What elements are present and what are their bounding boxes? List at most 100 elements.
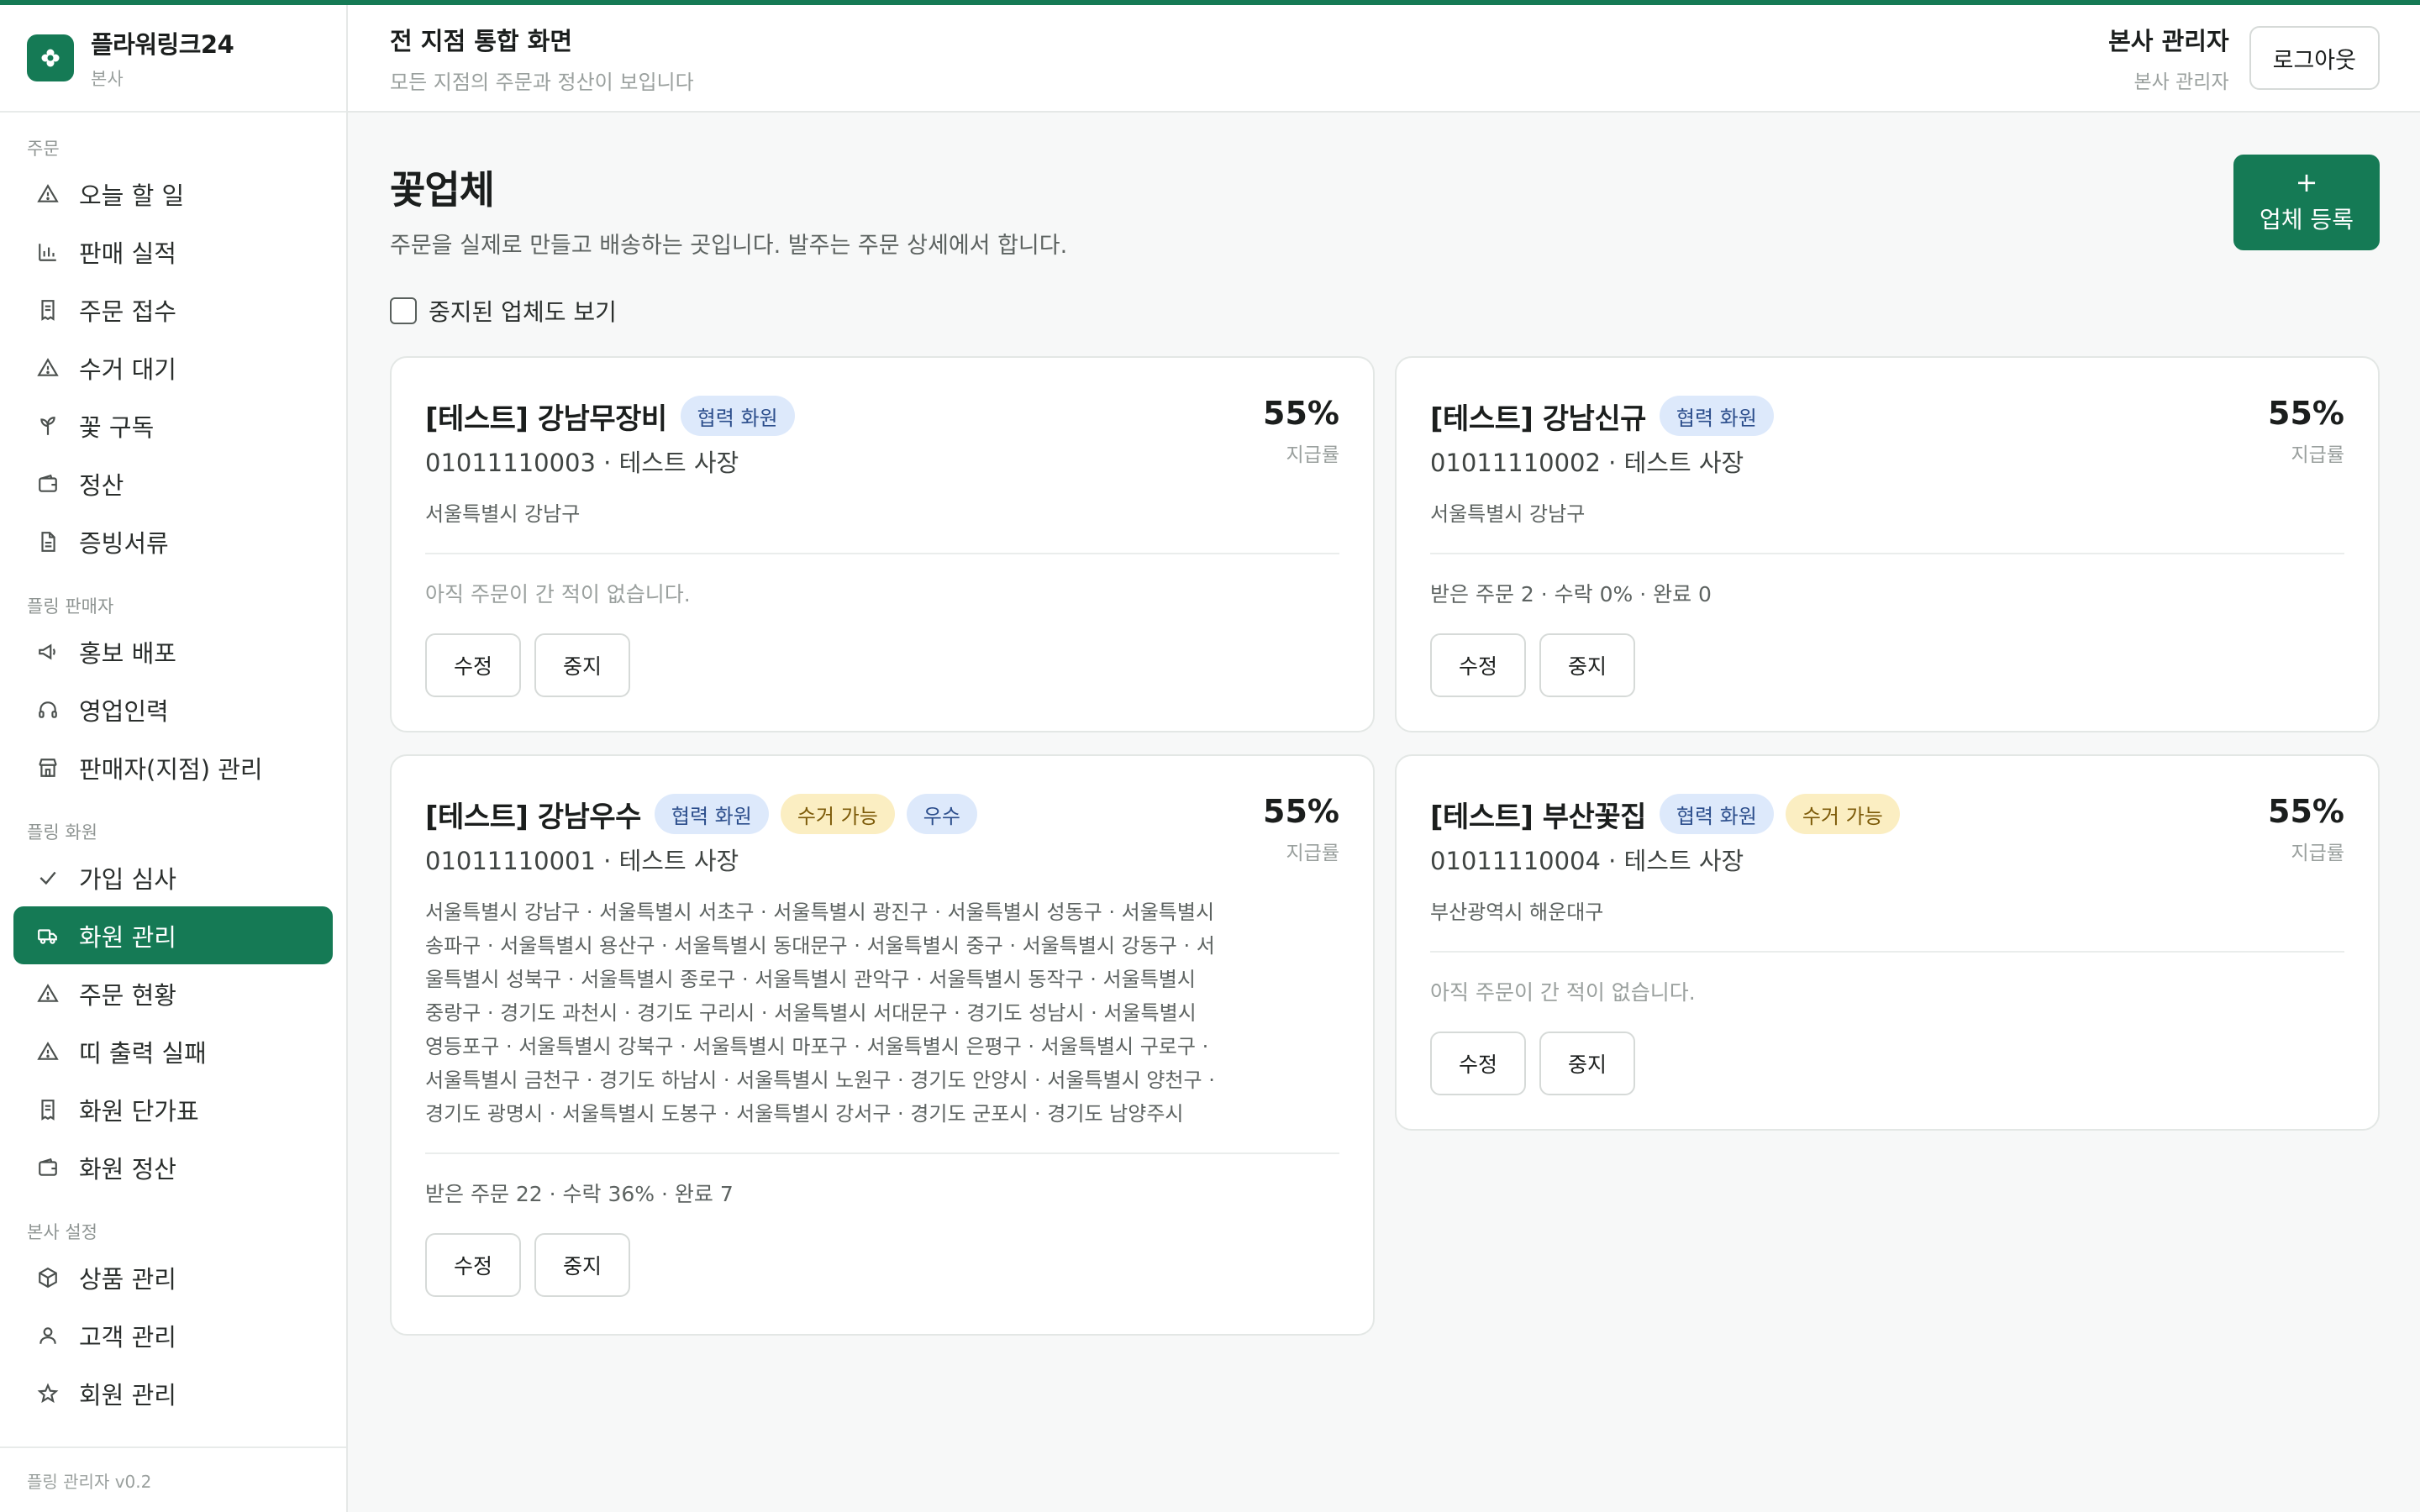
vendor-order-stats: 받은 주문 22 · 수락 36% · 완료 7 [425, 1182, 734, 1206]
vendor-name: [테스트] 강남신규 [1430, 402, 1646, 436]
sidebar-item[interactable]: 가입 심사 [13, 848, 333, 906]
payout-rate: 55% [2268, 395, 2344, 432]
sidebar-item[interactable]: 정산 [13, 454, 333, 512]
sidebar-item[interactable]: 화원 관리 [13, 906, 333, 964]
card-divider [1430, 553, 2344, 554]
sidebar-item[interactable]: 수거 대기 [13, 339, 333, 396]
vendor-region: 서울특별시 강남구 [425, 502, 581, 526]
alert-triangle-icon [35, 981, 60, 1006]
header-subtitle: 모든 지점의 주문과 정산이 보입니다 [390, 70, 694, 94]
payout-rate-label: 지급률 [2291, 843, 2344, 864]
sidebar-section-label: 주문 [27, 139, 60, 159]
vendor-name: [테스트] 강남우수 [425, 800, 641, 834]
sidebar-item[interactable]: 꽃 구독 [13, 396, 333, 454]
sidebar-item[interactable]: 회원 관리 [13, 1364, 333, 1422]
brand-sub: 본사 [91, 69, 124, 89]
sprout-icon [35, 413, 60, 438]
vendor-order-stats: 받은 주문 2 · 수락 0% · 완료 0 [1430, 582, 1712, 606]
sidebar-item-label: 홍보 배포 [79, 638, 176, 668]
user-name: 본사 관리자 [2108, 27, 2229, 55]
sidebar-item[interactable]: 오늘 할 일 [13, 165, 333, 223]
show-suspended-checkbox[interactable] [390, 297, 417, 324]
sidebar-item[interactable]: 홍보 배포 [13, 622, 333, 680]
show-suspended-filter[interactable]: 중지된 업체도 보기 [390, 294, 2380, 328]
alert-triangle-icon [35, 1039, 60, 1064]
suspend-button[interactable]: 중지 [534, 633, 631, 697]
payout-rate-label: 지급률 [2291, 444, 2344, 466]
vendor-card: [테스트] 강남우수 협력 화원 수거 가능 우수 01011110001 · 테스… [390, 754, 1375, 1336]
sidebar-item-label: 정산 [79, 470, 124, 500]
sidebar-item-label: 주문 접수 [79, 297, 176, 326]
user-info: 본사 관리자 본사 관리자 [2108, 22, 2229, 94]
sidebar-item[interactable]: 화원 단가표 [13, 1080, 333, 1138]
sidebar-item-label: 증빙서류 [79, 528, 169, 558]
header-title: 전 지점 통합 화면 [390, 26, 573, 55]
sidebar-item[interactable]: 고객 관리 [13, 1306, 333, 1364]
receipt-icon [35, 297, 60, 323]
vendor-name: [테스트] 부산꽃집 [1430, 800, 1646, 834]
edit-button[interactable]: 수정 [425, 633, 522, 697]
alert-triangle-icon [35, 355, 60, 381]
star-icon [35, 1381, 60, 1406]
sidebar-item[interactable]: 판매자(지점) 관리 [13, 738, 333, 796]
edit-button[interactable]: 수정 [1430, 1032, 1527, 1095]
megaphone-icon [35, 639, 60, 664]
suspend-button[interactable]: 중지 [534, 1233, 631, 1297]
sidebar-item[interactable]: 화원 정산 [13, 1138, 333, 1196]
vendor-region: 부산광역시 해운대구 [1430, 900, 1604, 924]
version-label: 플링 관리자 v0.2 [0, 1446, 346, 1512]
sidebar-item-label: 수거 대기 [79, 354, 176, 384]
vendor-region: 서울특별시 강남구 · 서울특별시 서초구 · 서울특별시 광진구 · 서울특별… [425, 900, 1215, 1126]
wallet-icon [35, 471, 60, 496]
vendor-contact: 01011110003 · 테스트 사장 [425, 449, 739, 477]
user-icon [35, 1323, 60, 1348]
add-vendor-button[interactable]: + 업체 등록 [2233, 155, 2380, 250]
sidebar-item[interactable]: 주문 접수 [13, 281, 333, 339]
add-vendor-label: 업체 등록 [2260, 206, 2354, 234]
vendor-badge: 협력 화원 [1659, 794, 1774, 834]
alert-triangle-icon [35, 181, 60, 207]
sidebar-item[interactable]: 상품 관리 [13, 1248, 333, 1306]
sidebar-nav: 주문오늘 할 일판매 실적주문 접수수거 대기꽃 구독정산증빙서류플링 판매자홍… [0, 113, 346, 1422]
card-divider [425, 1152, 1339, 1154]
vendor-badge: 수거 가능 [1785, 794, 1900, 834]
edit-button[interactable]: 수정 [425, 1233, 522, 1297]
sidebar-item[interactable]: 증빙서류 [13, 512, 333, 570]
sidebar-item-label: 판매 실적 [79, 239, 176, 268]
brand[interactable]: 플라워링크24 본사 [0, 5, 346, 113]
sidebar-section-label: 플링 화원 [27, 822, 97, 843]
vendor-order-stats: 아직 주문이 간 적이 없습니다. [425, 582, 691, 606]
vendor-badge: 협력 화원 [1659, 396, 1774, 436]
plus-icon: + [2295, 166, 2318, 198]
sidebar-section-label: 플링 판매자 [27, 596, 114, 617]
page-title: 꽃업체 [390, 167, 495, 213]
receipt-icon [35, 1097, 60, 1122]
vendor-card: [테스트] 강남무장비 협력 화원 01011110003 · 테스트 사장 5… [390, 356, 1375, 732]
sidebar-item-label: 회원 관리 [79, 1380, 176, 1410]
vendor-contact: 01011110002 · 테스트 사장 [1430, 449, 1744, 477]
vendor-region: 서울특별시 강남구 [1430, 502, 1586, 526]
sidebar-item-label: 꽃 구독 [79, 412, 155, 442]
user-role: 본사 관리자 [2133, 71, 2229, 93]
sidebar: 플라워링크24 본사 주문오늘 할 일판매 실적주문 접수수거 대기꽃 구독정산… [0, 5, 348, 1512]
payout-rate-label: 지급률 [1286, 843, 1339, 864]
page-description: 주문을 실제로 만들고 배송하는 곳입니다. 발주는 주문 상세에서 합니다. [390, 233, 1068, 259]
sidebar-item[interactable]: 영업인력 [13, 680, 333, 738]
card-divider [425, 553, 1339, 554]
box-icon [35, 1265, 60, 1290]
sidebar-item-label: 판매자(지점) 관리 [79, 754, 263, 784]
vendor-name: [테스트] 강남무장비 [425, 402, 667, 436]
suspend-button[interactable]: 중지 [1539, 1032, 1636, 1095]
main-content: 꽃업체 주문을 실제로 만들고 배송하는 곳입니다. 발주는 주문 상세에서 합… [348, 113, 2420, 1512]
sidebar-item[interactable]: 판매 실적 [13, 223, 333, 281]
edit-button[interactable]: 수정 [1430, 633, 1527, 697]
suspend-button[interactable]: 중지 [1539, 633, 1636, 697]
sidebar-item[interactable]: 띠 출력 실패 [13, 1022, 333, 1080]
vendor-badge: 수거 가능 [780, 794, 895, 834]
logout-button[interactable]: 로그아웃 [2249, 26, 2380, 90]
sidebar-item[interactable]: 주문 현황 [13, 964, 333, 1022]
vendor-badge: 협력 화원 [680, 396, 795, 436]
vendor-contact: 01011110004 · 테스트 사장 [1430, 847, 1744, 875]
sidebar-item-label: 화원 단가표 [79, 1096, 199, 1126]
sidebar-section-label: 본사 설정 [27, 1222, 97, 1242]
